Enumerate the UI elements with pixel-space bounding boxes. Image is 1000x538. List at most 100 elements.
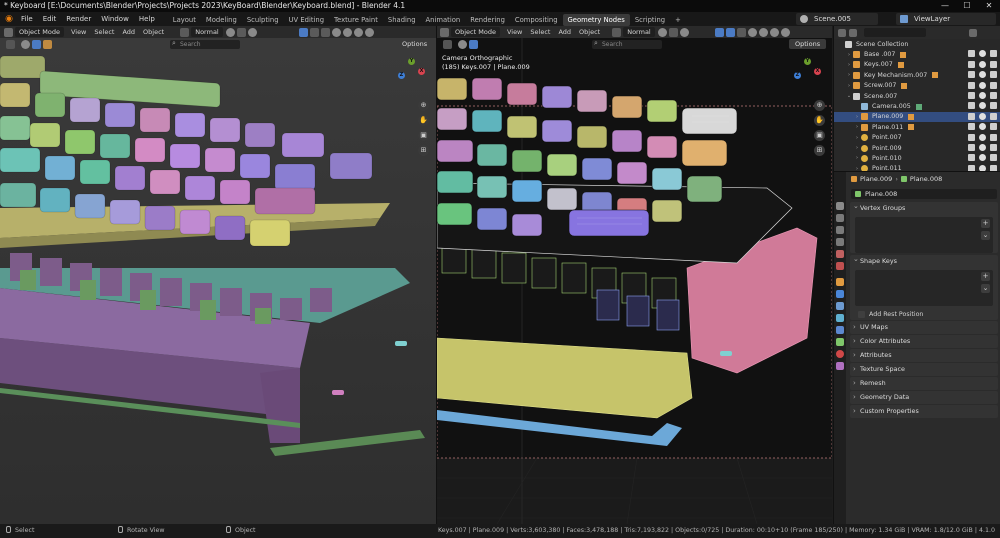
expand-arrow-icon[interactable]: › — [853, 155, 861, 161]
texture-tab-icon[interactable] — [836, 362, 844, 370]
world-tab-icon[interactable] — [836, 262, 844, 270]
expand-arrow-icon[interactable]: › — [845, 72, 853, 78]
pan-hand-icon[interactable]: ✋ — [814, 115, 825, 126]
eye-icon[interactable] — [979, 112, 986, 120]
proportional-edit-icon[interactable] — [247, 27, 257, 37]
custom-properties-header[interactable]: Custom Properties — [850, 405, 998, 418]
output-tab-icon[interactable] — [836, 226, 844, 234]
camera-render-icon[interactable] — [990, 133, 997, 141]
material-shading-icon[interactable] — [353, 27, 363, 37]
solid-shading-icon[interactable] — [342, 27, 352, 37]
render-tab-icon[interactable] — [836, 214, 844, 222]
outliner-item[interactable]: › Plane.011 — [834, 122, 1000, 132]
menu-edit[interactable]: Edit — [38, 12, 62, 26]
camera-render-icon[interactable] — [990, 50, 997, 58]
show-gizmo-icon[interactable] — [714, 27, 724, 37]
display-mode-icon[interactable] — [849, 28, 857, 37]
color-attributes-header[interactable]: Color Attributes — [850, 335, 998, 348]
outliner-item[interactable]: › Base .007 — [834, 49, 1000, 59]
outliner-search-input[interactable] — [864, 28, 926, 37]
uv-maps-header[interactable]: UV Maps — [850, 321, 998, 334]
menu-help[interactable]: Help — [134, 12, 160, 26]
close-button[interactable]: ✕ — [978, 0, 1000, 12]
eye-icon[interactable] — [979, 133, 986, 141]
modifier-tab-icon[interactable] — [836, 290, 844, 298]
outliner-editor-icon[interactable] — [838, 28, 846, 37]
ortho-toggle-icon[interactable]: ⊞ — [418, 145, 429, 156]
right-menu-view[interactable]: View — [503, 26, 526, 38]
gizmo-x-axis[interactable]: X — [814, 68, 821, 75]
add-shape-key-button[interactable]: + — [981, 272, 990, 281]
gizmo-x-axis[interactable]: X — [418, 68, 425, 75]
rendered-shading-icon[interactable] — [364, 27, 374, 37]
blender-logo-icon[interactable]: ◉ — [2, 12, 16, 26]
tab-texture-paint[interactable]: Texture Paint — [329, 14, 383, 26]
view-mode-icon[interactable] — [458, 39, 467, 49]
tool-icon[interactable] — [6, 39, 15, 49]
checkbox-icon[interactable] — [968, 71, 975, 79]
gizmo-z-axis[interactable]: Z — [398, 72, 405, 79]
checkbox-icon[interactable] — [968, 154, 975, 162]
shape-keys-header[interactable]: Shape Keys — [850, 253, 998, 268]
add-vertex-group-button[interactable]: + — [981, 219, 990, 228]
particles-tab-icon[interactable] — [836, 302, 844, 310]
overlay-icon[interactable] — [725, 27, 735, 37]
tab-modeling[interactable]: Modeling — [201, 14, 242, 26]
tab-shading[interactable]: Shading — [383, 14, 421, 26]
left-navigation-gizmo[interactable]: Y X Z — [398, 58, 425, 84]
overlay-icon[interactable] — [309, 27, 319, 37]
pivot-icon[interactable] — [657, 27, 667, 37]
outliner-item[interactable]: › Point.009 — [834, 143, 1000, 153]
outliner-item[interactable]: Scene Collection — [834, 39, 1000, 49]
view-layer-selector[interactable]: ViewLayer — [896, 13, 996, 25]
gizmo-y-axis[interactable]: Y — [804, 58, 811, 65]
expand-arrow-icon[interactable]: › — [853, 135, 861, 141]
outliner-item[interactable]: › Key Mechanism.007 — [834, 70, 1000, 80]
right-search-input[interactable]: Search — [592, 39, 662, 49]
menu-window[interactable]: Window — [96, 12, 134, 26]
texture-space-header[interactable]: Texture Space — [850, 363, 998, 376]
gizmo-z-axis[interactable]: Z — [794, 72, 801, 79]
right-3d-viewport[interactable]: Camera Orthographic (185) Keys.007 | Pla… — [437, 38, 832, 524]
right-menu-select[interactable]: Select — [526, 26, 554, 38]
checkbox-icon[interactable] — [968, 143, 975, 151]
wireframe-shading-icon[interactable] — [331, 27, 341, 37]
outliner-item[interactable]: › Point.010 — [834, 153, 1000, 163]
object-tab-icon[interactable] — [836, 278, 844, 286]
view-mode-icon[interactable] — [32, 39, 41, 49]
editor-type-icon[interactable] — [440, 27, 449, 37]
filter-icon[interactable] — [969, 28, 977, 37]
camera-render-icon[interactable] — [990, 123, 997, 131]
left-options-button[interactable]: Options — [396, 39, 434, 49]
camera-render-icon[interactable] — [990, 143, 997, 151]
right-options-button[interactable]: Options — [789, 39, 827, 49]
zoom-icon[interactable]: ⊕ — [418, 100, 429, 111]
camera-render-icon[interactable] — [990, 81, 997, 89]
add-workspace-button[interactable]: + — [670, 14, 686, 26]
gizmo-y-axis[interactable]: Y — [408, 58, 415, 65]
camera-render-icon[interactable] — [990, 71, 997, 79]
camera-view-icon[interactable]: ▣ — [814, 130, 825, 141]
attributes-header[interactable]: Attributes — [850, 349, 998, 362]
tab-layout[interactable]: Layout — [168, 14, 201, 26]
remesh-header[interactable]: Remesh — [850, 377, 998, 390]
expand-arrow-icon[interactable]: › — [853, 145, 861, 151]
add-rest-position-checkbox[interactable] — [858, 310, 865, 318]
vertex-groups-header[interactable]: Vertex Groups — [850, 200, 998, 215]
outliner-item[interactable]: › Point.007 — [834, 133, 1000, 143]
eye-icon[interactable] — [979, 50, 986, 58]
right-menu-object[interactable]: Object — [575, 26, 604, 38]
right-mode-dropdown[interactable]: Object Mode — [451, 27, 500, 37]
wireframe-shading-icon[interactable] — [747, 27, 757, 37]
minimize-button[interactable]: — — [934, 0, 956, 12]
expand-arrow-icon[interactable]: › — [853, 124, 861, 130]
view-mode-icon[interactable] — [21, 39, 30, 49]
tab-scripting[interactable]: Scripting — [630, 14, 670, 26]
constraints-tab-icon[interactable] — [836, 326, 844, 334]
outliner-item[interactable]: › Point.011 — [834, 164, 1000, 171]
camera-render-icon[interactable] — [990, 91, 997, 99]
tab-sculpting[interactable]: Sculpting — [242, 14, 284, 26]
expand-arrow-icon[interactable]: ⌄ — [845, 93, 853, 99]
outliner-item[interactable]: Camera.005 — [834, 101, 1000, 111]
menu-file[interactable]: File — [16, 12, 38, 26]
